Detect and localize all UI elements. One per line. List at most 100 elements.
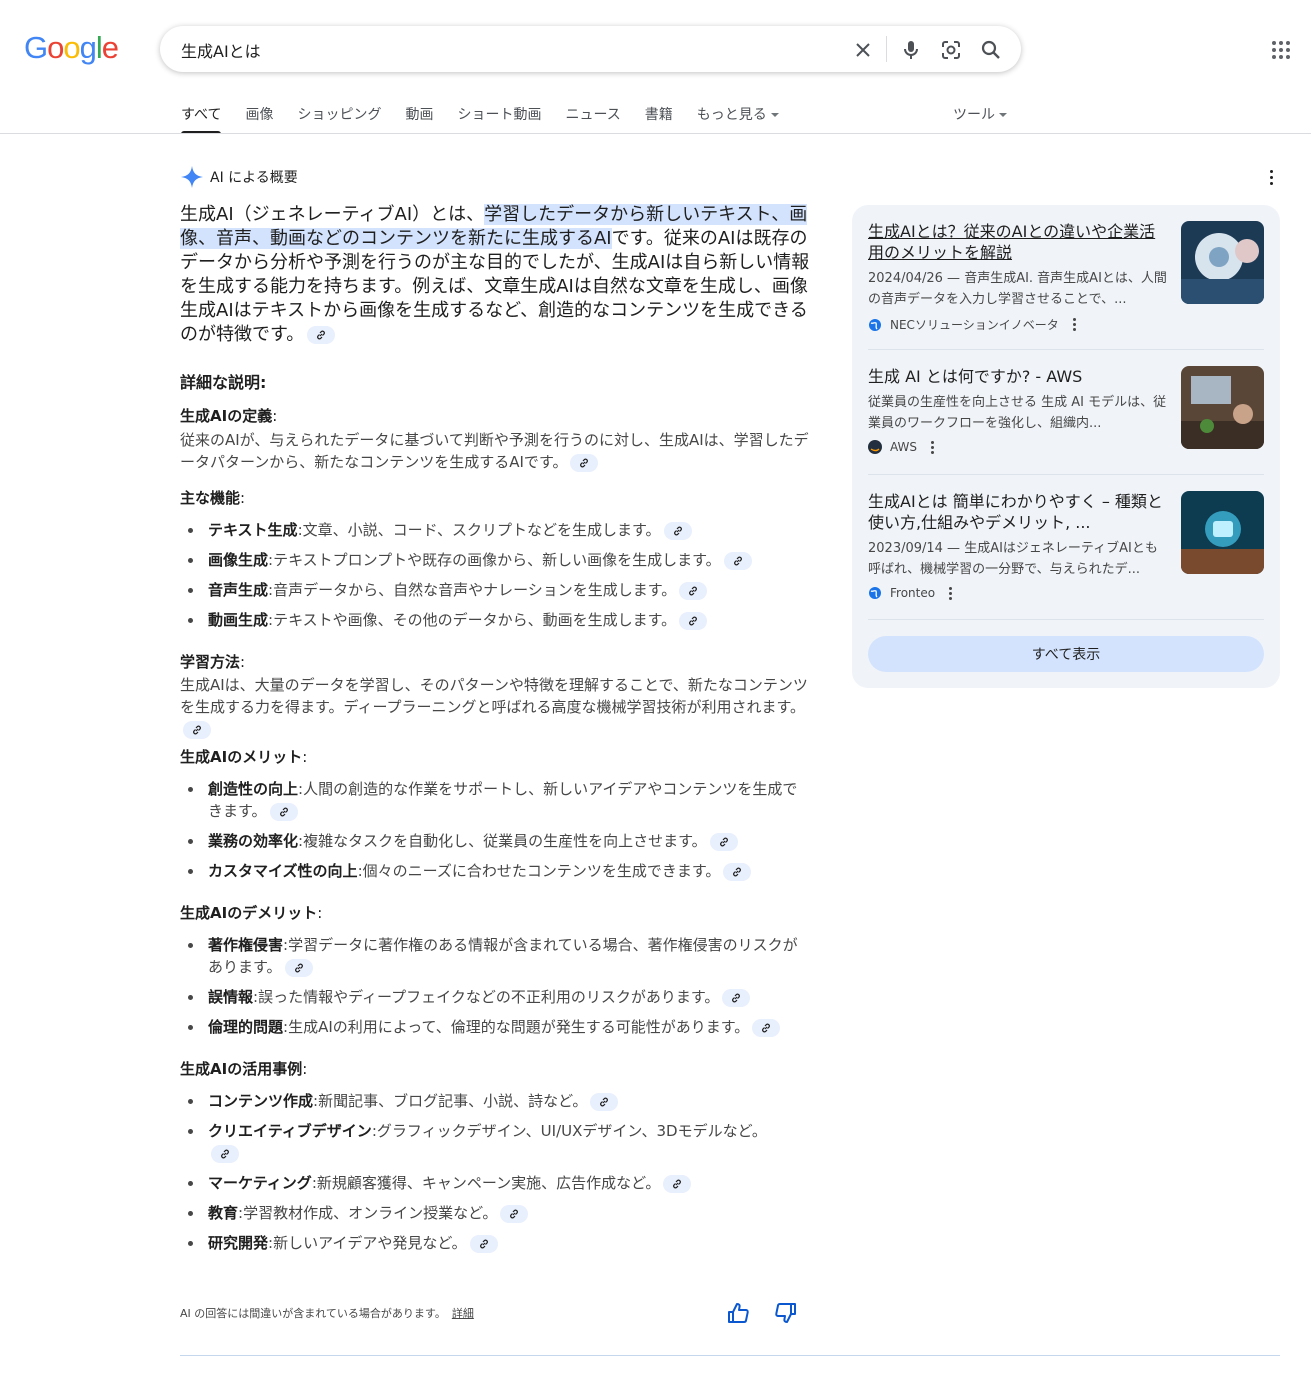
- learning-text: 生成AIは、大量のデータを学習し、そのパターンや特徴を理解することで、新たなコン…: [180, 674, 810, 740]
- logo-letter: e: [101, 30, 119, 65]
- list-item-desc: :複雑なタスクを自動化し、従業員の生産性を向上させます。: [298, 832, 707, 850]
- globe-icon: [869, 318, 881, 331]
- thumbs-down-icon[interactable]: [775, 1302, 797, 1324]
- source-thumbnail[interactable]: [1181, 491, 1264, 574]
- link-icon[interactable]: [679, 581, 708, 600]
- link-icon[interactable]: [752, 1018, 781, 1037]
- link-icon[interactable]: [307, 326, 336, 344]
- tab-more[interactable]: もっと見る: [697, 104, 779, 134]
- list-item-desc: :生成AIの利用によって、倫理的な問題が発生する可能性があります。: [283, 1018, 750, 1036]
- ai-overview-body: 生成AI（ジェネレーティブAI）とは、学習したデータから新しいテキスト、画像、音…: [180, 203, 810, 1254]
- list-item: 教育:学習教材作成、オンライン授業など。: [180, 1202, 810, 1224]
- clear-icon[interactable]: [852, 39, 874, 61]
- search-divider: [886, 36, 887, 62]
- source-title[interactable]: 生成AIとは 簡単にわかりやすく – 種類と使い方,仕組みやデメリット, ...: [868, 491, 1168, 533]
- ai-disclaimer: AI の回答には間違いが含まれている場合があります。 詳細: [180, 1305, 474, 1321]
- link-icon[interactable]: [663, 521, 692, 540]
- source-snippet: 2024/04/26 — 音声生成AI. 音声生成AIとは、人間の音声データを入…: [868, 271, 1167, 307]
- list-item: 誤情報:誤った情報やディープフェイクなどの不正利用のリスクがあります。: [180, 986, 810, 1008]
- list-item: 音声生成:音声データから、自然な音声やナレーションを生成します。: [180, 579, 810, 601]
- globe-icon: [869, 587, 881, 599]
- aws-logo-icon: [868, 440, 882, 454]
- tab-short-videos[interactable]: ショート動画: [457, 104, 541, 134]
- source-name: AWS: [890, 440, 918, 454]
- more-options-icon[interactable]: [1266, 170, 1276, 186]
- more-options-icon[interactable]: [1072, 318, 1076, 331]
- section-divider: [180, 1355, 1280, 1356]
- microphone-icon[interactable]: [900, 39, 922, 61]
- link-icon[interactable]: [469, 1234, 498, 1253]
- source-title[interactable]: 生成 AI とは何ですか? - AWS: [868, 366, 1168, 387]
- source-card[interactable]: 生成AIとは？従来のAIとの違いや企業活用のメリットを解説 2024/04/26…: [868, 221, 1264, 333]
- tools-label: ツール: [953, 107, 995, 123]
- link-icon[interactable]: [723, 862, 752, 881]
- logo-letter: o: [47, 30, 64, 65]
- lens-icon[interactable]: [940, 39, 962, 61]
- more-options-icon[interactable]: [931, 440, 935, 454]
- search-tabs: すべて 画像 ショッピング 動画 ショート動画 ニュース 書籍 もっと見る: [181, 104, 803, 134]
- section-title-learning: 学習方法:: [180, 653, 246, 671]
- intro-text: 生成AI（ジェネレーティブAI）とは、: [180, 204, 485, 225]
- tab-more-label: もっと見る: [696, 107, 767, 123]
- ai-overview-header: AI による概要: [180, 165, 298, 189]
- section-title-text: 生成AIのデメリット: [180, 904, 318, 922]
- link-icon[interactable]: [269, 802, 298, 821]
- section-title-merits: 生成AIのメリット:: [180, 748, 308, 766]
- tab-all[interactable]: すべて: [181, 104, 222, 134]
- link-icon[interactable]: [709, 832, 738, 851]
- chevron-down-icon: [999, 113, 1007, 117]
- list-item-desc: :新聞記事、ブログ記事、小説、詩など。: [313, 1092, 588, 1110]
- show-all-button[interactable]: すべて表示: [868, 636, 1264, 672]
- more-options-icon[interactable]: [949, 586, 953, 600]
- source-card[interactable]: 生成 AI とは何ですか? - AWS 従業員の生産性を向上させる 生成 AI …: [868, 366, 1264, 454]
- tab-shopping[interactable]: ショッピング: [297, 104, 381, 134]
- tools-button[interactable]: ツール: [953, 104, 1007, 124]
- list-item: マーケティング:新規顧客獲得、キャンペーン実施、広告作成など。: [180, 1172, 810, 1194]
- search-input[interactable]: 生成AIとは: [181, 38, 261, 62]
- list-item: クリエイティブデザイン:グラフィックデザイン、UI/UXデザイン、3Dモデルなど…: [180, 1120, 810, 1164]
- list-item: 創造性の向上:人間の創造的な作業をサポートし、新しいアイデアやコンテンツを生成で…: [180, 778, 810, 822]
- tab-images[interactable]: 画像: [245, 104, 273, 134]
- source-snippet: 2023/09/14 — 生成AIはジェネレーティブAIとも呼ばれ、機械学習の一…: [868, 541, 1158, 577]
- link-icon[interactable]: [211, 1144, 239, 1163]
- link-icon[interactable]: [284, 958, 313, 977]
- list-item: 著作権侵害:学習データに著作権のある情報が含まれている場合、著作権侵害のリスクが…: [180, 934, 810, 978]
- search-icon[interactable]: [980, 39, 1002, 61]
- ai-intro: 生成AI（ジェネレーティブAI）とは、学習したデータから新しいテキスト、画像、音…: [180, 203, 810, 347]
- source-title[interactable]: 生成AIとは？従来のAIとの違いや企業活用のメリットを解説: [868, 221, 1168, 263]
- ai-overview-title: AI による概要: [210, 170, 298, 186]
- link-icon[interactable]: [570, 453, 599, 472]
- link-icon[interactable]: [723, 551, 752, 570]
- list-item-term: 画像生成: [208, 551, 269, 569]
- source-card[interactable]: 生成AIとは 簡単にわかりやすく – 種類と使い方,仕組みやデメリット, ...…: [868, 491, 1264, 600]
- sources-panel: 生成AIとは？従来のAIとの違いや企業活用のメリットを解説 2024/04/26…: [852, 205, 1280, 688]
- link-icon[interactable]: [722, 988, 751, 1007]
- tab-books[interactable]: 書籍: [645, 104, 673, 134]
- search-bar[interactable]: 生成AIとは: [160, 26, 1021, 72]
- list-item-term: 研究開発: [208, 1234, 269, 1252]
- link-icon[interactable]: [500, 1204, 529, 1223]
- link-icon[interactable]: [590, 1092, 619, 1111]
- disclaimer-link[interactable]: 詳細: [452, 1307, 474, 1320]
- definition-text: 従来のAIが、与えられたデータに基づいて判断や予測を行うのに対し、生成AIは、学…: [180, 429, 810, 473]
- tab-news[interactable]: ニュース: [565, 104, 620, 134]
- list-item: 業務の効率化:複雑なタスクを自動化し、従業員の生産性を向上させます。: [180, 830, 810, 852]
- link-icon[interactable]: [183, 720, 211, 739]
- apps-grid-icon[interactable]: [1272, 41, 1290, 59]
- list-item: 画像生成:テキストプロンプトや既存の画像から、新しい画像を生成します。: [180, 549, 810, 571]
- section-title-text: 生成AIの活用事例: [180, 1060, 303, 1078]
- thumbs-up-icon[interactable]: [727, 1302, 749, 1324]
- link-icon[interactable]: [679, 611, 708, 630]
- source-name: Fronteo: [890, 586, 936, 600]
- google-logo[interactable]: Google: [24, 30, 119, 65]
- list-item-desc: :テキストプロンプトや既存の画像から、新しい画像を生成します。: [268, 551, 721, 569]
- list-item-desc: :テキストや画像、その他のデータから、動画を生成します。: [268, 611, 677, 629]
- section-title-cases: 生成AIの活用事例:: [180, 1060, 308, 1078]
- source-thumbnail[interactable]: [1181, 366, 1264, 449]
- source-thumbnail[interactable]: [1181, 221, 1264, 304]
- sparkle-icon: [181, 166, 203, 188]
- link-icon[interactable]: [663, 1174, 692, 1193]
- logo-letter: o: [63, 30, 80, 65]
- list-item-term: テキスト生成: [208, 521, 298, 539]
- tab-videos[interactable]: 動画: [405, 104, 433, 134]
